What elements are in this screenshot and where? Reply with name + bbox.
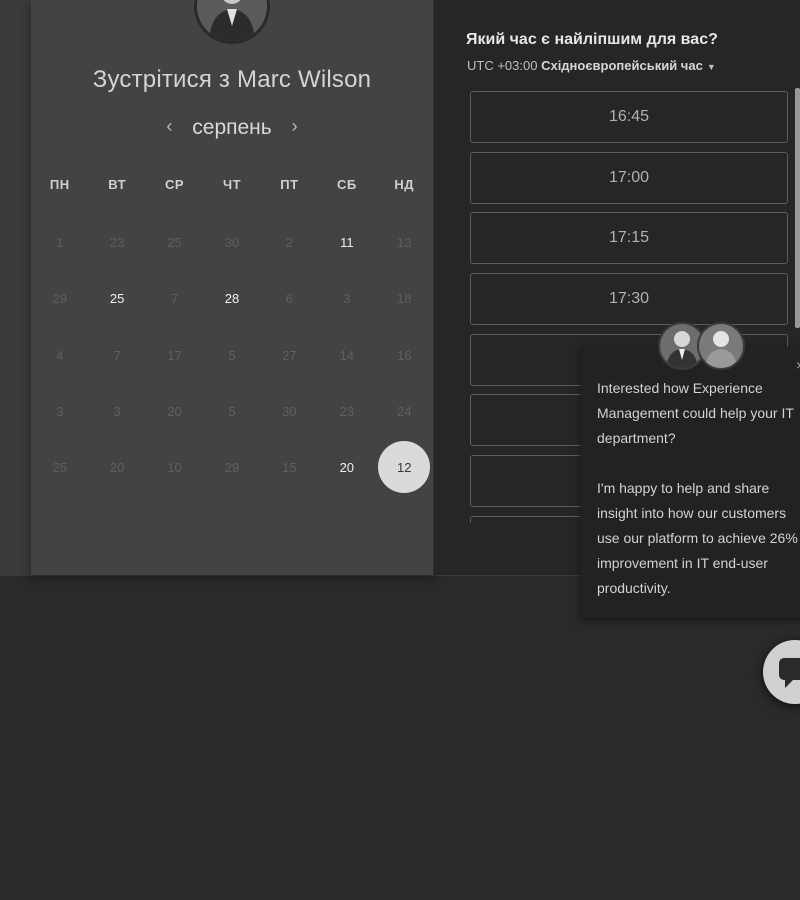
prev-month-icon[interactable]: ‹ <box>152 116 186 137</box>
day-cell-disabled: 16 <box>397 347 412 363</box>
day-cell-disabled: 4 <box>56 347 64 363</box>
time-slot-button[interactable]: 17:30 <box>470 273 788 326</box>
close-icon[interactable]: × <box>796 357 800 373</box>
day-cell-disabled: 14 <box>339 347 355 363</box>
selected-day-label: 12 <box>378 441 431 493</box>
day-cell-disabled: 13 <box>397 234 412 250</box>
day-cell-available[interactable]: 28 <box>203 272 260 324</box>
day-cell-selected[interactable]: 12 <box>376 441 433 493</box>
chat-message-popup: × Interested how Experience Management c… <box>581 347 800 618</box>
calendar-week: 4 7 17 5 27 14 16 <box>31 329 433 381</box>
day-cell-disabled: 30 <box>224 234 240 250</box>
day-cell-available[interactable]: 20 <box>318 441 375 493</box>
time-slot-button[interactable]: 16:45 <box>470 91 788 143</box>
chat-paragraph: Interested how Experience Management cou… <box>597 380 794 446</box>
page-overlay-bottom <box>0 576 800 900</box>
day-cell-disabled: 23 <box>109 234 125 250</box>
chat-bubble-icon <box>779 658 800 688</box>
weekday-label: СР <box>165 177 185 192</box>
day-cell-disabled: 15 <box>282 459 297 475</box>
day-cell-disabled: 25 <box>167 234 182 250</box>
day-cell-disabled: 5 <box>228 403 236 419</box>
chat-message: Interested how Experience Management cou… <box>597 376 800 601</box>
day-cell-disabled: 18 <box>397 290 412 306</box>
day-cell-disabled: 3 <box>343 290 351 306</box>
day-cell-disabled: 27 <box>282 347 297 363</box>
calendar-week: 29 25 7 28 6 3 18 <box>31 272 433 324</box>
day-cell-disabled: 30 <box>282 403 297 419</box>
day-cell-disabled: 29 <box>224 459 240 475</box>
meeting-title: Зустрітися з Marc Wilson <box>92 66 372 93</box>
time-question-heading: Який час є найліпшим для вас? <box>466 31 718 48</box>
day-cell-disabled: 3 <box>113 403 121 419</box>
day-cell-disabled: 20 <box>109 459 125 475</box>
day-cell-disabled: 6 <box>285 290 294 306</box>
day-cell-disabled: 17 <box>167 347 182 363</box>
next-month-icon[interactable]: › <box>278 116 312 137</box>
calendar-week: 25 20 10 29 15 20 12 <box>31 441 433 493</box>
timezone-name: Східноєвропейський час <box>541 58 703 73</box>
calendar-week: 1 23 25 30 2 11 13 <box>31 216 433 268</box>
day-cell-disabled: 24 <box>397 403 412 419</box>
weekday-header: ПН ВТ СР ЧТ ПТ СБ НД <box>31 177 433 192</box>
day-cell-disabled: 3 <box>56 403 64 419</box>
slot-list-scrollbar[interactable] <box>795 88 800 328</box>
day-cell-disabled: 5 <box>228 347 236 363</box>
day-cell-disabled: 25 <box>52 459 67 475</box>
weekday-label: НД <box>394 177 415 192</box>
day-cell-available[interactable]: 25 <box>88 272 145 324</box>
calendar-panel: Зустрітися з Marc Wilson ‹ серпень › ПН … <box>31 0 433 575</box>
time-slot-button[interactable]: 17:15 <box>470 212 788 265</box>
timezone-offset: UTC +03:00 <box>467 58 538 73</box>
day-cell-disabled: 10 <box>167 459 182 475</box>
host-avatar <box>194 0 270 44</box>
month-navigator: ‹ серпень › <box>31 116 433 140</box>
day-cell-disabled: 1 <box>56 234 64 250</box>
weekday-label: СБ <box>336 177 357 192</box>
weekday-label: ВТ <box>108 177 127 192</box>
agent-avatar <box>697 322 745 370</box>
timezone-selector[interactable]: UTC +03:00 Східноєвропейський час ▼ <box>467 58 716 73</box>
day-cell-disabled: 23 <box>339 403 355 419</box>
weekday-label: ЧТ <box>222 177 242 192</box>
chat-paragraph: I'm happy to help and share insight into… <box>597 480 798 596</box>
calendar-week: 3 3 20 5 30 23 24 <box>31 385 433 437</box>
month-label: серпень <box>192 116 272 139</box>
weekday-label: ПТ <box>280 177 299 192</box>
day-cell-disabled: 7 <box>113 347 121 363</box>
day-cell-disabled: 2 <box>285 234 294 250</box>
day-cell-disabled: 7 <box>170 290 179 306</box>
day-cell-disabled: 20 <box>167 403 182 419</box>
day-cell-available[interactable]: 11 <box>318 216 375 268</box>
day-cell-disabled: 29 <box>52 290 67 306</box>
chat-launcher-button[interactable] <box>763 640 800 704</box>
time-slot-button[interactable]: 17:00 <box>470 151 788 204</box>
caret-down-icon: ▼ <box>706 62 716 72</box>
weekday-label: ПН <box>49 177 70 192</box>
